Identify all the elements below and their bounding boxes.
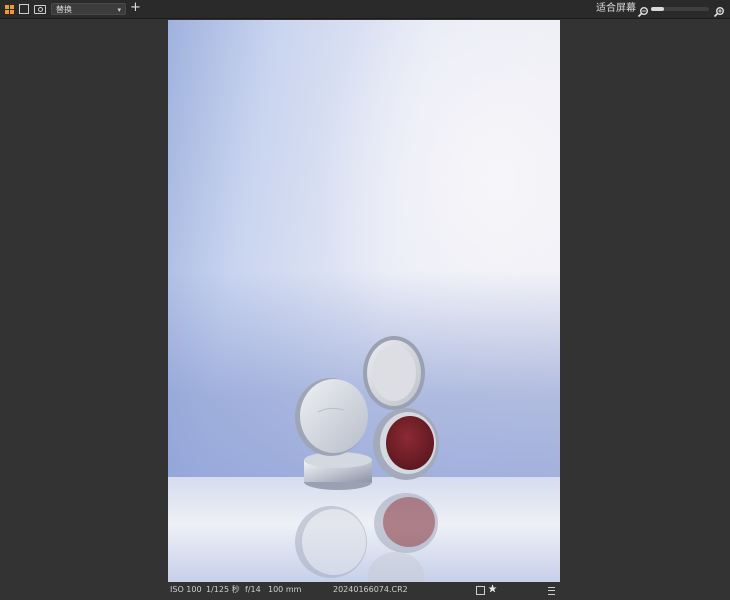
chevron-down-icon: ▾ — [117, 6, 121, 14]
zoom-slider-fill — [651, 7, 664, 11]
menu-icon[interactable] — [548, 587, 555, 595]
compare-view-icon[interactable] — [33, 2, 47, 16]
iso-value: ISO 100 — [170, 585, 202, 594]
single-view-icon[interactable] — [17, 2, 31, 16]
aperture-value: f/14 — [245, 585, 261, 594]
fit-to-screen-button[interactable]: 适合屏幕 — [596, 3, 636, 15]
photo-preview[interactable] — [168, 20, 560, 582]
star-icon[interactable]: ★ — [488, 582, 497, 598]
view-mode-select-value: 替换 — [56, 5, 72, 14]
grid-view-icon[interactable] — [2, 2, 16, 16]
shutter-speed-value: 1/125 秒 — [206, 585, 240, 594]
zoom-out-icon[interactable] — [637, 3, 649, 18]
add-icon[interactable]: + — [130, 1, 141, 15]
view-mode-select[interactable]: 替换 ▾ — [51, 3, 126, 15]
filename: 20240166074.CR2 — [333, 585, 408, 594]
zoom-slider[interactable] — [651, 7, 709, 11]
focal-length-value: 100 mm — [268, 585, 302, 594]
select-checkbox[interactable] — [476, 586, 485, 595]
cosmetic-compacts-illustration — [295, 336, 439, 582]
zoom-in-icon[interactable] — [713, 3, 725, 18]
status-bar: ISO 100 1/125 秒 f/14 100 mm 20240166074.… — [168, 582, 560, 600]
top-toolbar: 替换 ▾ + 适合屏幕 — [0, 0, 730, 19]
